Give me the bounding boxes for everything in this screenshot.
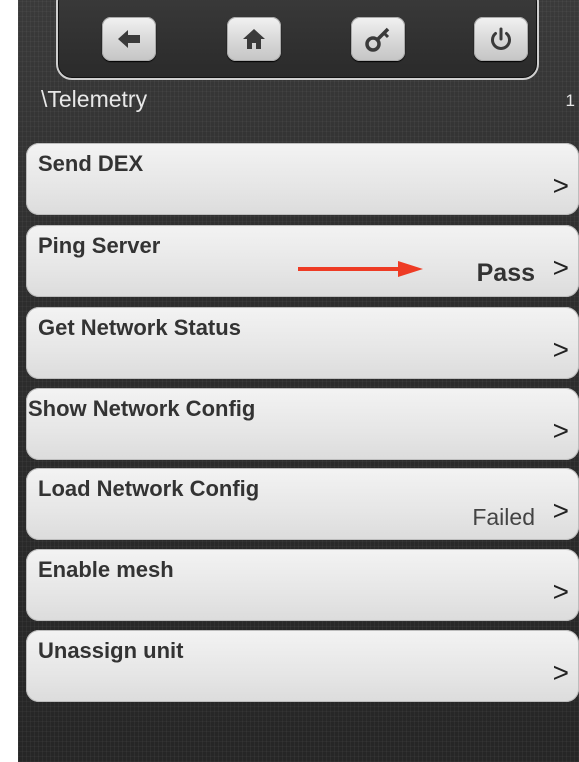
menu-item-send-dex[interactable]: Send DEX > <box>26 143 579 215</box>
chevron-right-icon: > <box>552 495 569 526</box>
key-button[interactable] <box>351 17 405 61</box>
chevron-right-icon: > <box>552 657 569 688</box>
menu-item-label: Unassign unit <box>38 638 184 663</box>
menu-item-ping-server[interactable]: Ping Server Pass > <box>26 225 579 297</box>
menu-item-show-network-config[interactable]: Show Network Config > <box>26 388 579 460</box>
home-icon <box>243 29 265 49</box>
menu-item-label: Enable mesh <box>38 557 174 582</box>
chevron-right-icon: > <box>552 415 569 446</box>
menu-item-label: Show Network Config <box>28 396 256 421</box>
menu-item-label: Send DEX <box>38 151 144 176</box>
chevron-right-icon: > <box>552 170 569 201</box>
menu-item-label: Ping Server <box>38 233 161 258</box>
page-number: 1 <box>565 91 575 110</box>
home-button[interactable] <box>227 17 281 61</box>
load-status-badge: Failed <box>472 504 535 530</box>
back-arrow-icon <box>118 30 140 48</box>
menu-item-label: Load Network Config <box>38 476 260 501</box>
chevron-right-icon: > <box>552 576 569 607</box>
power-icon <box>491 27 511 50</box>
breadcrumb-path: \Telemetry <box>41 86 148 112</box>
annotation-arrow-icon <box>298 261 423 277</box>
power-button[interactable] <box>474 17 528 61</box>
chevron-right-icon: > <box>552 252 569 283</box>
menu-item-enable-mesh[interactable]: Enable mesh > <box>26 549 579 621</box>
back-button[interactable] <box>102 17 156 61</box>
device-screen: \Telemetry 1 Send DEX > Ping Server Pass… <box>18 0 579 762</box>
menu-item-get-network-status[interactable]: Get Network Status > <box>26 307 579 379</box>
key-icon <box>365 27 390 52</box>
menu-item-label: Get Network Status <box>38 315 241 340</box>
top-toolbar <box>56 0 539 80</box>
menu-item-unassign-unit[interactable]: Unassign unit > <box>26 630 579 702</box>
menu-item-load-network-config[interactable]: Load Network Config Failed > <box>26 468 579 540</box>
chevron-right-icon: > <box>552 334 569 365</box>
ping-status-badge: Pass <box>476 259 535 287</box>
